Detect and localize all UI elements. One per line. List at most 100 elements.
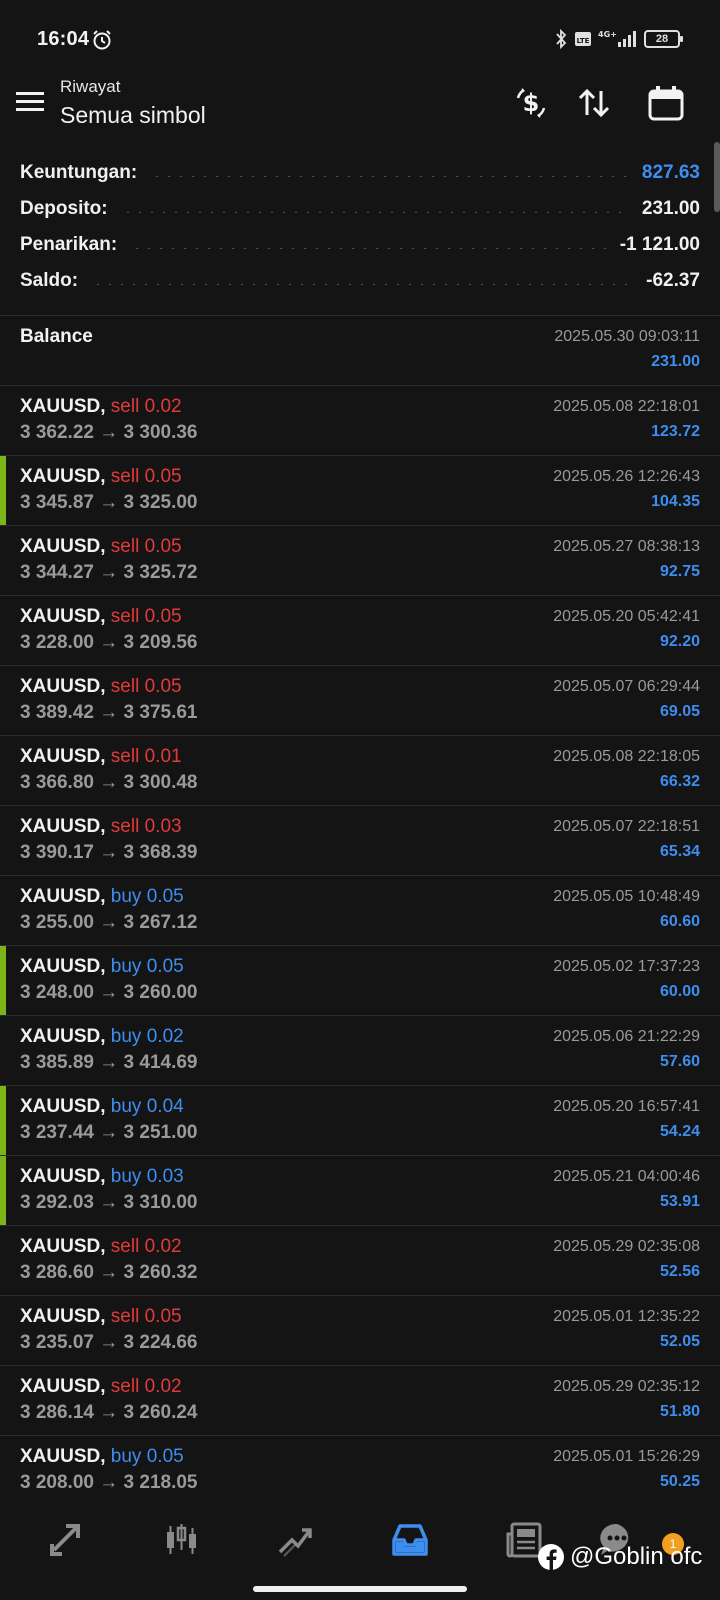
trade-title: XAUUSD, buy 0.05 [20, 1446, 184, 1468]
trade-symbol: XAUUSD, [20, 1026, 106, 1047]
svg-text:LTE: LTE [577, 37, 590, 45]
trade-date: 2025.05.26 12:26:43 [553, 468, 700, 485]
calendar-button[interactable] [645, 82, 687, 124]
position-marker [0, 456, 6, 526]
trade-row[interactable]: XAUUSD, sell 0.05 3 228.00 → 3 209.56 2025… [0, 595, 720, 665]
summary-deposit-row: Deposito: 231.00 [0, 191, 720, 227]
trade-type: buy [110, 886, 142, 907]
arrow-icon: → [99, 1122, 119, 1143]
position-marker [0, 946, 6, 1016]
trade-profit: 65.34 [659, 843, 700, 860]
trade-prices: 3 292.03 → 3 310.00 [20, 1192, 198, 1214]
summary-label: Keuntungan: [20, 162, 138, 183]
trade-prices: 3 362.22 → 3 300.36 [20, 422, 198, 444]
trade-prices: 3 345.87 → 3 325.00 [20, 492, 198, 514]
trade-row[interactable]: XAUUSD, sell 0.01 3 366.80 → 3 300.48 2025… [0, 735, 720, 805]
trade-row[interactable]: XAUUSD, sell 0.05 3 345.87 → 3 325.00 2025… [0, 455, 720, 526]
open-price: 3 366.80 [20, 772, 94, 793]
trade-row[interactable]: XAUUSD, buy 0.05 3 208.00 → 3 218.05 2025.… [0, 1435, 720, 1505]
trade-title: XAUUSD, sell 0.01 [20, 746, 182, 768]
close-price: 3 368.39 [123, 842, 198, 863]
nav-quotes[interactable] [44, 1520, 92, 1560]
trade-type: sell [110, 1376, 140, 1397]
trade-profit: 66.32 [659, 773, 700, 790]
trade-row[interactable]: XAUUSD, buy 0.05 3 255.00 → 3 267.12 2025.… [0, 875, 720, 945]
trade-symbol: XAUUSD, [20, 1376, 106, 1397]
trade-row[interactable]: XAUUSD, sell 0.03 3 390.17 → 3 368.39 2025… [0, 805, 720, 875]
summary-value: 827.63 [641, 162, 700, 183]
trade-type: buy [110, 1026, 142, 1047]
alarm-icon [93, 30, 111, 50]
trade-symbol: XAUUSD, [20, 676, 106, 697]
summary-balance-row: Saldo: -62.37 [0, 263, 720, 299]
trade-date: 2025.05.20 05:42:41 [553, 608, 700, 625]
trade-icon [278, 1528, 312, 1557]
trade-row[interactable]: XAUUSD, buy 0.04 3 237.44 → 3 251.00 2025.… [0, 1085, 720, 1156]
trade-volume: 0.05 [146, 886, 184, 907]
nav-chart[interactable] [157, 1520, 205, 1560]
close-price: 3 218.05 [123, 1472, 198, 1493]
trade-profit: 92.75 [659, 563, 700, 580]
open-price: 3 286.14 [20, 1402, 94, 1423]
nav-trade[interactable] [272, 1520, 320, 1560]
trade-volume: 0.03 [144, 816, 182, 837]
sort-icon [578, 88, 610, 118]
trade-row[interactable]: XAUUSD, sell 0.05 3 235.07 → 3 224.66 2025… [0, 1295, 720, 1365]
trade-volume: 0.01 [144, 746, 182, 767]
page-title[interactable]: Semua simbol [60, 102, 206, 129]
trade-volume: 0.02 [144, 1236, 182, 1257]
trade-prices: 3 389.42 → 3 375.61 [20, 702, 198, 724]
open-price: 3 237.44 [20, 1122, 94, 1143]
open-price: 3 248.00 [20, 982, 94, 1003]
trade-date: 2025.05.07 22:18:51 [553, 818, 700, 835]
chart-icon [167, 1524, 196, 1554]
balance-title: Balance [20, 326, 93, 347]
facebook-icon [538, 1544, 564, 1570]
close-price: 3 325.72 [123, 562, 198, 583]
close-price: 3 325.00 [123, 492, 198, 513]
signal-icon: 4G+ [598, 30, 636, 47]
deposit-filter-button[interactable]: $ [510, 82, 552, 124]
trade-profit: 54.24 [659, 1123, 700, 1140]
trade-row[interactable]: XAUUSD, sell 0.05 3 389.42 → 3 375.61 2025… [0, 665, 720, 735]
summary-value: -1 121.00 [619, 234, 700, 255]
watermark: @Goblin ofc [538, 1543, 702, 1571]
history-list[interactable]: Balance 2025.05.30 09:03:11 231.00 XAUUS… [0, 315, 720, 1505]
trade-row[interactable]: XAUUSD, buy 0.03 3 292.03 → 3 310.00 2025.… [0, 1155, 720, 1226]
trade-symbol: XAUUSD, [20, 956, 106, 977]
trade-profit: 51.80 [659, 1403, 700, 1420]
trade-title: XAUUSD, buy 0.02 [20, 1026, 184, 1048]
close-price: 3 260.32 [123, 1262, 198, 1283]
dotted-leader [121, 211, 628, 213]
trade-row[interactable]: XAUUSD, sell 0.02 3 362.22 → 3 300.36 2025… [0, 385, 720, 455]
trade-title: XAUUSD, sell 0.05 [20, 676, 182, 698]
trade-title: XAUUSD, buy 0.05 [20, 956, 184, 978]
trade-row[interactable]: XAUUSD, sell 0.02 3 286.14 → 3 260.24 2025… [0, 1365, 720, 1435]
trade-volume: 0.05 [144, 676, 182, 697]
trade-row[interactable]: XAUUSD, sell 0.02 3 286.60 → 3 260.32 2025… [0, 1225, 720, 1295]
menu-icon[interactable] [16, 90, 44, 114]
scrollbar-thumb[interactable] [714, 142, 720, 212]
status-bar: 16:04 LTE 4G+ 28 [0, 0, 720, 72]
volte-icon: LTE [575, 32, 591, 46]
status-icons: LTE 4G+ 28 [554, 28, 683, 50]
trade-date: 2025.05.21 04:00:46 [553, 1168, 700, 1185]
arrow-icon: → [99, 1472, 119, 1493]
nav-history[interactable] [386, 1520, 434, 1560]
close-price: 3 260.00 [123, 982, 198, 1003]
trade-row[interactable]: XAUUSD, sell 0.05 3 344.27 → 3 325.72 2025… [0, 525, 720, 595]
trade-volume: 0.02 [144, 396, 182, 417]
balance-row[interactable]: Balance 2025.05.30 09:03:11 231.00 [0, 315, 720, 385]
arrow-icon: → [99, 982, 119, 1003]
trade-profit: 92.20 [659, 633, 700, 650]
close-price: 3 300.36 [123, 422, 198, 443]
trade-row[interactable]: XAUUSD, buy 0.05 3 248.00 → 3 260.00 2025.… [0, 945, 720, 1016]
trade-date: 2025.05.06 21:22:29 [553, 1028, 700, 1045]
close-price: 3 251.00 [123, 1122, 198, 1143]
home-indicator[interactable] [253, 1586, 467, 1592]
sort-button[interactable] [573, 82, 615, 124]
trade-row[interactable]: XAUUSD, buy 0.02 3 385.89 → 3 414.69 2025.… [0, 1015, 720, 1085]
trade-profit: 104.35 [651, 493, 700, 510]
position-marker [0, 1156, 6, 1226]
close-price: 3 310.00 [123, 1192, 198, 1213]
